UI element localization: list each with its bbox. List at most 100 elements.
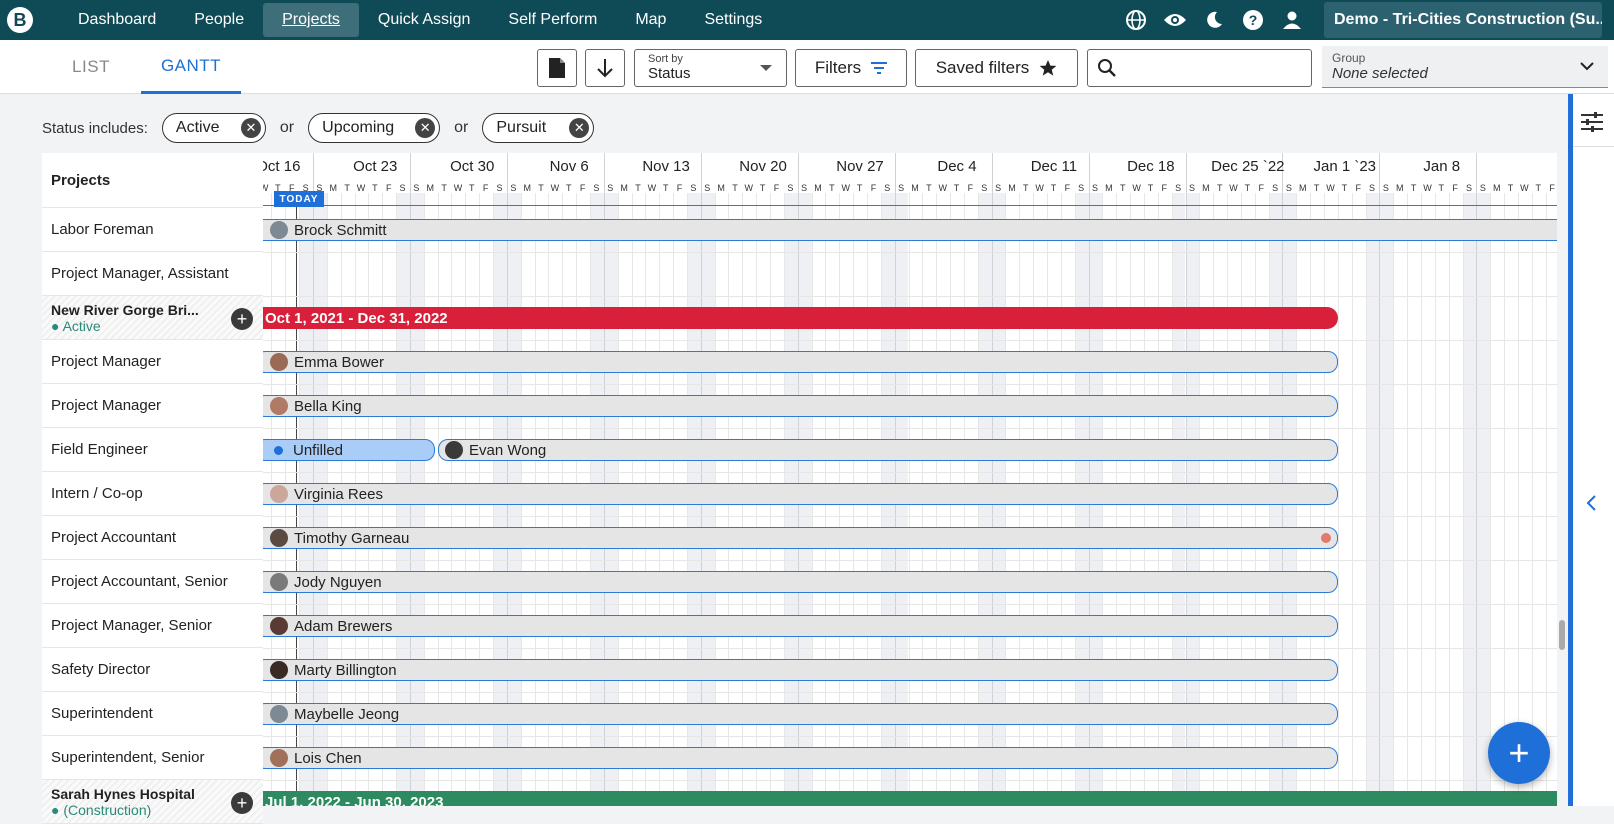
- project-date-bar[interactable]: Jul 1, 2022 - Jun 30, 2023: [263, 791, 1557, 806]
- sliders-icon[interactable]: [1581, 112, 1603, 132]
- day-letter: F: [1258, 183, 1265, 193]
- day-letter: W: [550, 183, 560, 193]
- day-letter: T: [1438, 183, 1445, 193]
- nav-item-projects[interactable]: Projects: [263, 3, 359, 37]
- day-letter: W: [744, 183, 754, 193]
- project-name[interactable]: New River Gorge Bri...: [51, 302, 211, 318]
- group-select[interactable]: Group None selected: [1322, 46, 1608, 88]
- role-row-label[interactable]: Project Manager, Senior: [42, 604, 263, 648]
- role-row-label[interactable]: Project Manager, Assistant: [42, 252, 263, 296]
- close-icon[interactable]: ✕: [240, 118, 261, 138]
- assignment-bar[interactable]: Jody Nguyen: [263, 571, 1338, 593]
- assignment-bar[interactable]: Marty Billington: [263, 659, 1338, 681]
- day-column: [1351, 193, 1366, 806]
- assignment-bar[interactable]: Maybelle Jeong: [263, 703, 1338, 725]
- saved-filters-button[interactable]: Saved filters: [915, 49, 1078, 87]
- filters-button[interactable]: Filters: [795, 49, 907, 87]
- chevron-left-icon[interactable]: [1585, 494, 1597, 512]
- help-icon[interactable]: ?: [1240, 7, 1266, 33]
- week-label: Dec 11: [1030, 158, 1078, 175]
- add-role-button[interactable]: +: [231, 308, 253, 330]
- day-letter: F: [482, 183, 489, 193]
- day-letter: T: [1507, 183, 1514, 193]
- nav-item-dashboard[interactable]: Dashboard: [59, 3, 175, 37]
- day-letter: F: [1549, 183, 1555, 193]
- assignment-bar[interactable]: Evan Wong: [438, 439, 1338, 461]
- filter-chip-pursuit[interactable]: Pursuit ✕: [482, 113, 595, 143]
- vertical-scrollbar[interactable]: [1559, 620, 1565, 650]
- role-row-label[interactable]: Project Accountant, Senior: [42, 560, 263, 604]
- role-row-label[interactable]: Intern / Co-op: [42, 472, 263, 516]
- week-label: Oct 23: [353, 158, 398, 175]
- day-column: [1379, 193, 1394, 806]
- filter-chip-active[interactable]: Active ✕: [161, 113, 266, 143]
- day-letter: W: [1229, 183, 1238, 193]
- right-panel: [1568, 94, 1614, 806]
- project-date-bar[interactable]: Oct 1, 2021 - Dec 31, 2022: [263, 307, 1338, 329]
- assignment-bar[interactable]: Lois Chen: [263, 747, 1338, 769]
- role-row-label[interactable]: Safety Director: [42, 648, 263, 692]
- assignee-name: Maybelle Jeong: [294, 705, 400, 723]
- day-letter: T: [1535, 183, 1542, 193]
- day-column: [1393, 193, 1407, 806]
- project-row-label[interactable]: Sarah Hynes Hospital ● (Construction) +: [42, 780, 263, 824]
- close-icon[interactable]: ✕: [569, 118, 590, 138]
- sort-select[interactable]: Sort by Status: [634, 49, 787, 87]
- group-label: Group: [1332, 51, 1366, 65]
- eye-icon[interactable]: [1162, 7, 1188, 33]
- avatar: [270, 749, 288, 767]
- filter-chip-upcoming[interactable]: Upcoming ✕: [308, 113, 441, 143]
- role-row-label[interactable]: Project Manager: [42, 340, 263, 384]
- role-row-label[interactable]: Project Accountant: [42, 516, 263, 560]
- assignment-bar[interactable]: Timothy Garneau: [263, 527, 1338, 549]
- avatar: [270, 617, 288, 635]
- day-letter: S: [898, 183, 905, 193]
- day-letter: S: [1188, 183, 1195, 193]
- tab-list[interactable]: LIST: [46, 40, 136, 94]
- day-letter: M: [1008, 183, 1016, 193]
- search-input[interactable]: [1087, 49, 1312, 87]
- day-letter: F: [579, 183, 586, 193]
- week-label: Oct 16: [263, 158, 301, 175]
- assignment-bar[interactable]: Adam Brewers: [263, 615, 1338, 637]
- day-letter: T: [469, 183, 475, 193]
- nav-item-settings[interactable]: Settings: [685, 3, 781, 37]
- unfilled-assignment-bar[interactable]: Unfilled: [263, 439, 435, 461]
- role-row-label[interactable]: Superintendent: [42, 692, 263, 736]
- day-letter: T: [1341, 183, 1348, 193]
- sort-direction-button[interactable]: [585, 49, 625, 87]
- day-letter: W: [356, 183, 366, 193]
- add-role-button[interactable]: +: [231, 792, 253, 814]
- moon-icon[interactable]: [1201, 7, 1227, 33]
- role-row-label[interactable]: Project Manager: [42, 384, 263, 428]
- role-row-label[interactable]: Labor Foreman: [42, 208, 263, 252]
- gantt-chart[interactable]: SMTWTFSSMTWTFSSMTWTFSSMTWTFSSMTWTFSSMTWT…: [263, 153, 1557, 806]
- assignment-bar[interactable]: Bella King: [263, 395, 1338, 417]
- nav-item-quick-assign[interactable]: Quick Assign: [359, 3, 489, 37]
- nav-item-map[interactable]: Map: [616, 3, 685, 37]
- role-row-label[interactable]: Field Engineer: [42, 428, 263, 472]
- avatar: [270, 485, 288, 503]
- role-row-label[interactable]: Superintendent, Senior: [42, 736, 263, 780]
- assignment-bar[interactable]: Virginia Rees: [263, 483, 1338, 505]
- day-letter: F: [1355, 183, 1361, 193]
- day-letter: S: [1465, 183, 1472, 193]
- app-logo[interactable]: B: [7, 7, 33, 33]
- export-button[interactable]: [537, 49, 577, 87]
- user-icon[interactable]: [1279, 7, 1305, 33]
- project-name[interactable]: Sarah Hynes Hospital: [51, 786, 211, 802]
- assignment-bar[interactable]: Emma Bower: [263, 351, 1338, 373]
- day-column: [1365, 193, 1380, 806]
- add-fab-button[interactable]: +: [1488, 722, 1550, 784]
- project-row-label[interactable]: New River Gorge Bri... ● Active +: [42, 296, 263, 340]
- company-selector[interactable]: Demo - Tri-Cities Construction (Su...: [1324, 2, 1602, 38]
- close-icon[interactable]: ✕: [415, 118, 436, 138]
- day-letter: S: [413, 183, 420, 193]
- assignment-bar[interactable]: Brock Schmitt: [263, 219, 1557, 241]
- nav-item-people[interactable]: People: [175, 3, 263, 37]
- day-letter: M: [523, 183, 531, 193]
- tab-gantt[interactable]: GANTT: [141, 40, 241, 94]
- nav-item-self-perform[interactable]: Self Perform: [489, 3, 616, 37]
- assignee-name: Marty Billington: [294, 661, 397, 679]
- globe-icon[interactable]: [1123, 7, 1149, 33]
